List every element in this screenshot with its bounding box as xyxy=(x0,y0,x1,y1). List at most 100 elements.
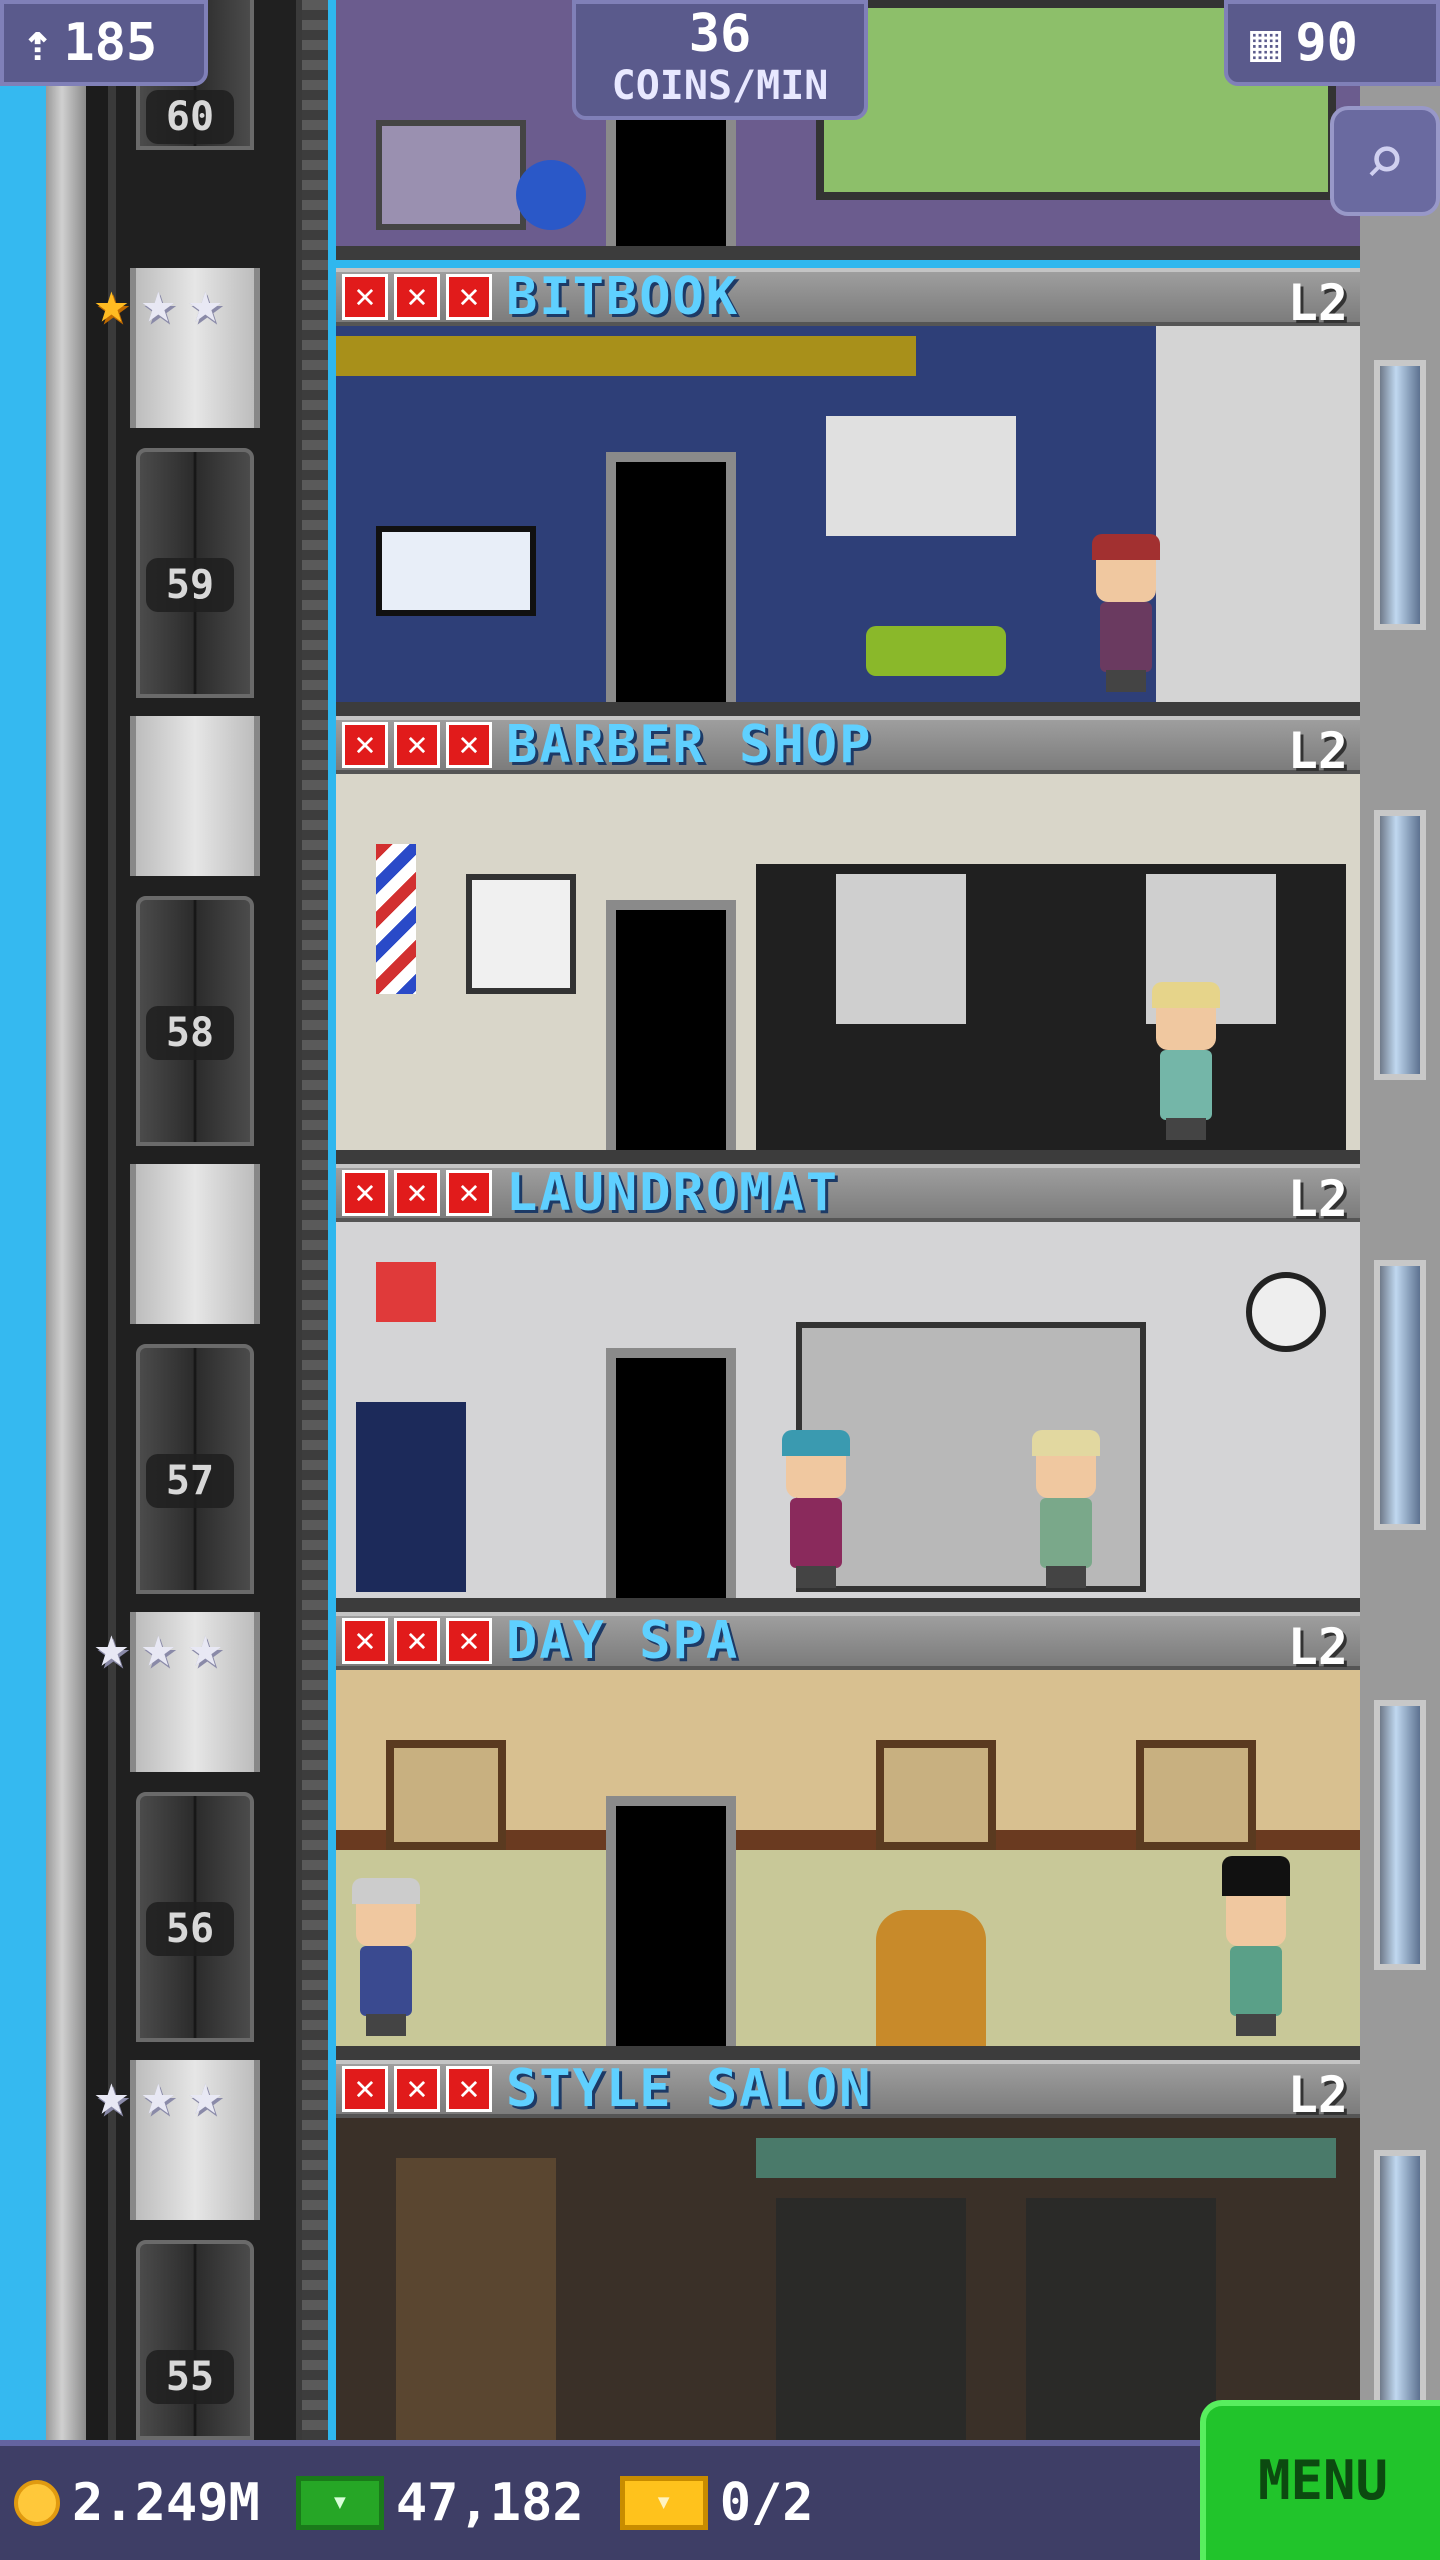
x-marks: ✕ ✕ ✕ xyxy=(342,1618,492,1664)
level-badge: L2 xyxy=(1287,722,1348,780)
resident xyxy=(346,1878,426,2036)
population-value: 185 xyxy=(63,13,158,73)
floor-header: ✕ ✕ ✕ LAUNDROMAT L2 xyxy=(336,1163,1360,1228)
shaft-floor-58[interactable]: 58 xyxy=(130,716,260,1164)
floor-number: 60 xyxy=(146,90,234,144)
floor-header: ✕ ✕ ✕ STYLE SALON L2 xyxy=(336,2059,1360,2124)
resident-hat xyxy=(1222,1856,1290,1896)
magnifier-icon[interactable]: ⌕ xyxy=(1330,106,1440,216)
resident-body xyxy=(1230,1946,1282,2016)
resident-body xyxy=(360,1946,412,2016)
awning xyxy=(756,2138,1336,2178)
coin-icon xyxy=(14,2480,60,2526)
x-mark-icon: ✕ xyxy=(394,722,440,768)
floor-counter[interactable]: ▦ 90 xyxy=(1224,0,1440,86)
room-barber-shop xyxy=(336,774,1360,1164)
resident-legs xyxy=(1106,670,1146,692)
exercise-ball xyxy=(516,160,586,230)
population-counter[interactable]: ⇡ 185 xyxy=(0,0,208,86)
menu-button[interactable]: MENU xyxy=(1200,2400,1440,2560)
picture-frame xyxy=(1136,1740,1256,1850)
gold-star-icon: ★ xyxy=(94,268,129,336)
floor-name: BARBER SHOP xyxy=(506,715,873,775)
x-mark-icon: ✕ xyxy=(342,1170,388,1216)
x-mark-icon: ✕ xyxy=(394,1618,440,1664)
silver-star-icon: ★ xyxy=(94,1612,129,1680)
level-badge: L2 xyxy=(1287,274,1348,332)
floor-name: DAY SPA xyxy=(506,1611,740,1671)
room-door xyxy=(606,452,736,702)
building-icon: ▦ xyxy=(1250,13,1282,73)
floor-header: ✕ ✕ ✕ DAY SPA L2 xyxy=(336,1611,1360,1676)
coins-display[interactable]: 2.249M xyxy=(14,2473,260,2533)
resident xyxy=(776,1430,856,1588)
level-badge: L2 xyxy=(1287,1618,1348,1676)
silver-star-icon: ★ xyxy=(187,268,223,336)
silver-star-icon: ★ xyxy=(140,1612,176,1680)
x-mark-icon: ✕ xyxy=(342,274,388,320)
x-marks: ✕ ✕ ✕ xyxy=(342,1170,492,1216)
x-mark-icon: ✕ xyxy=(446,274,492,320)
wall-clock-icon xyxy=(1246,1272,1326,1352)
picture-frame xyxy=(386,1740,506,1850)
coins-value: 2.249M xyxy=(72,2473,260,2533)
resident-hair xyxy=(1092,534,1160,560)
room-door xyxy=(606,900,736,1150)
floor-laundromat[interactable]: ✕ ✕ ✕ LAUNDROMAT L2 xyxy=(336,1163,1360,1612)
floor-name: LAUNDROMAT xyxy=(506,1163,840,1223)
floor-number: 57 xyxy=(146,1454,234,1508)
resident-hair xyxy=(1152,982,1220,1008)
floor-day-spa[interactable]: ✕ ✕ ✕ DAY SPA L2 xyxy=(336,1611,1360,2060)
salon-window xyxy=(776,2198,966,2440)
no-sign xyxy=(376,1262,436,1322)
coins-per-min-unit: COINS/MIN xyxy=(611,63,829,109)
room-style-salon xyxy=(336,2118,1360,2440)
tickets-value: 0/2 xyxy=(719,2473,814,2533)
room-day-spa xyxy=(336,1670,1360,2060)
resident-hair xyxy=(352,1878,420,1904)
resident xyxy=(1216,1856,1296,2036)
floor-header: ✕ ✕ ✕ BITBOOK L2 xyxy=(336,267,1360,332)
level-badge: L2 xyxy=(1287,2066,1348,2124)
floor-stars-bitbook: ★ ★ ★ xyxy=(94,272,223,332)
sofa xyxy=(866,626,1006,676)
x-mark-icon: ✕ xyxy=(342,1618,388,1664)
resident-hair xyxy=(782,1430,850,1456)
level-badge: L2 xyxy=(1287,1170,1348,1228)
x-mark-icon: ✕ xyxy=(394,2066,440,2112)
silver-star-icon: ★ xyxy=(187,2060,223,2128)
resident-legs xyxy=(1236,2014,1276,2036)
resident-legs xyxy=(1046,1566,1086,1588)
window xyxy=(1374,360,1426,630)
coins-per-min-value: 36 xyxy=(688,4,752,64)
elevator-door xyxy=(136,2240,254,2440)
coins-per-minute[interactable]: 36 COINS/MIN xyxy=(572,0,868,120)
x-mark-icon: ✕ xyxy=(446,1618,492,1664)
window xyxy=(1374,1260,1426,1530)
bux-icon: ▾ xyxy=(295,2476,384,2530)
floor-stars-style-salon: ★ ★ ★ xyxy=(94,2064,223,2124)
building-edge xyxy=(1360,0,1440,2440)
elevator-light xyxy=(130,716,260,876)
resident-hair xyxy=(1032,1430,1100,1456)
shaft-floor-57[interactable]: 57 xyxy=(130,1164,260,1612)
elevator-light xyxy=(130,1164,260,1324)
resident-body xyxy=(1160,1050,1212,1120)
floor-number: 59 xyxy=(146,558,234,612)
salon-window xyxy=(1026,2198,1216,2440)
x-marks: ✕ ✕ ✕ xyxy=(342,274,492,320)
resident-legs xyxy=(366,2014,406,2036)
floor-barber-shop[interactable]: ✕ ✕ ✕ BARBER SHOP L2 xyxy=(336,715,1360,1164)
silver-star-icon: ★ xyxy=(187,1612,223,1680)
floor-bitbook[interactable]: ✕ ✕ ✕ BITBOOK L2 xyxy=(336,267,1360,716)
barber-pole xyxy=(376,844,416,994)
whiteboard xyxy=(376,526,536,616)
room-laundromat xyxy=(336,1222,1360,1612)
silver-star-icon: ★ xyxy=(140,268,176,336)
x-marks: ✕ ✕ ✕ xyxy=(342,722,492,768)
tickets-display[interactable]: ▾ 0/2 xyxy=(619,2473,814,2533)
sky-strip xyxy=(0,0,46,2560)
mirror xyxy=(836,874,966,1024)
x-mark-icon: ✕ xyxy=(342,2066,388,2112)
bux-display[interactable]: ▾ 47,182 xyxy=(295,2473,584,2533)
